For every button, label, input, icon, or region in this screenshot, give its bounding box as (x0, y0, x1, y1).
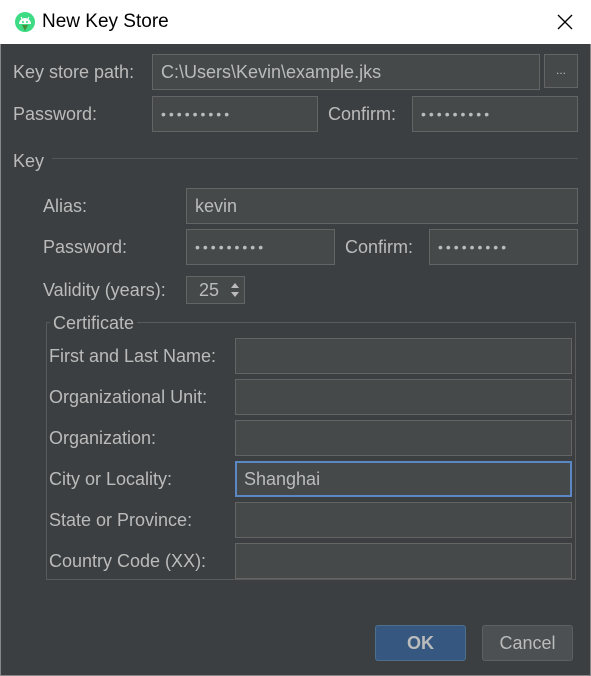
key-password-field[interactable]: ••••••••• (186, 229, 335, 265)
city-field[interactable]: Shanghai (235, 461, 572, 497)
key-section-divider (52, 158, 578, 159)
validity-spinner[interactable]: 25 (186, 276, 245, 304)
first-last-name-field[interactable] (235, 338, 572, 374)
browse-button[interactable]: ... (544, 54, 578, 88)
ok-button[interactable]: OK (375, 625, 466, 661)
country-code-field[interactable] (235, 543, 572, 579)
key-password-label: Password: (43, 237, 128, 257)
organization-label: Organization: (49, 428, 157, 448)
alias-field[interactable]: kevin (186, 188, 578, 224)
validity-label: Validity (years): (43, 280, 166, 300)
window-title: New Key Store (42, 11, 169, 32)
certificate-title: Certificate (50, 313, 138, 334)
android-studio-icon (15, 12, 35, 32)
org-unit-field[interactable] (235, 379, 572, 415)
alias-label: Alias: (43, 196, 88, 216)
keystore-path-field[interactable]: C:\Users\Kevin\example.jks (152, 54, 540, 90)
keystore-password-field[interactable]: ••••••••• (152, 96, 318, 132)
title-bar: New Key Store (0, 0, 591, 44)
keystore-path-label: Key store path: (13, 62, 135, 82)
key-confirm-label: Confirm: (345, 237, 414, 257)
keystore-password-label: Password: (13, 104, 98, 124)
city-label: City or Locality: (49, 469, 173, 489)
org-unit-label: Organizational Unit: (49, 387, 208, 407)
key-section-label: Key (13, 151, 45, 171)
keystore-confirm-field[interactable]: ••••••••• (412, 96, 578, 132)
state-field[interactable] (235, 502, 572, 538)
close-button[interactable] (548, 6, 582, 38)
organization-field[interactable] (235, 420, 572, 456)
state-label: State or Province: (49, 510, 193, 530)
validity-value: 25 (199, 280, 220, 300)
key-confirm-field[interactable]: ••••••••• (429, 229, 578, 265)
cancel-button[interactable]: Cancel (482, 625, 573, 661)
country-code-label: Country Code (XX): (49, 551, 207, 571)
spinner-arrows-icon[interactable] (229, 280, 241, 300)
close-icon (557, 14, 573, 30)
first-last-name-label: First and Last Name: (49, 346, 217, 366)
keystore-confirm-label: Confirm: (328, 104, 397, 124)
